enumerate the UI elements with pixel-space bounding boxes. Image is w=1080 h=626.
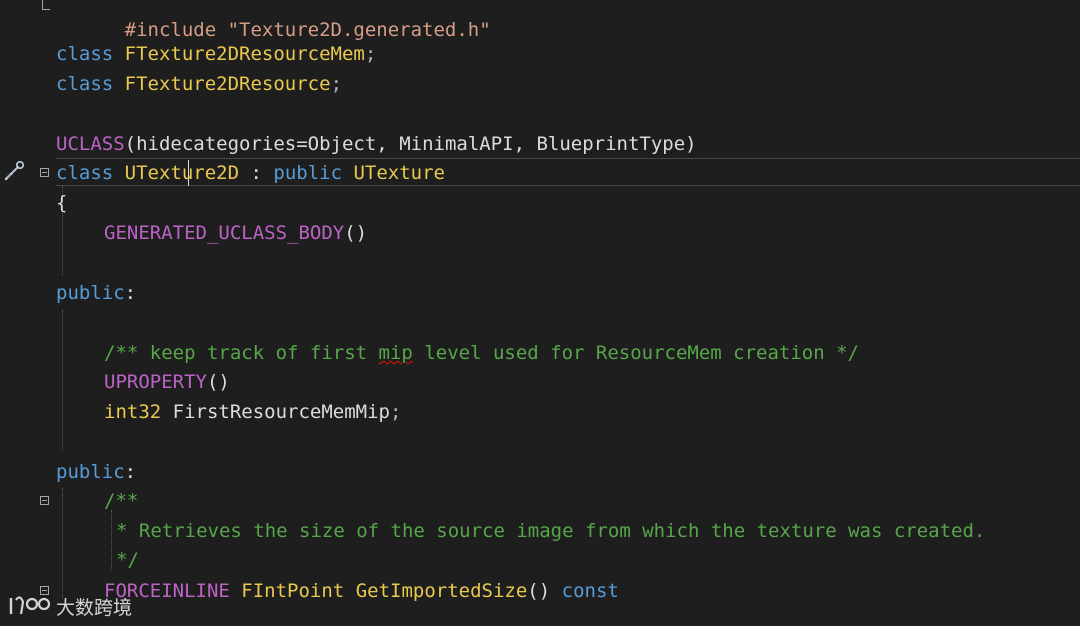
watermark-text: 大数跨境	[56, 596, 133, 619]
paintbrush-icon[interactable]	[2, 159, 26, 183]
punctuation: ()	[527, 580, 551, 602]
fold-bracket	[42, 0, 50, 10]
macro-name: GENERATED_UCLASS_BODY	[104, 222, 345, 244]
macro-name: UPROPERTY	[104, 371, 207, 393]
code-line: UPROPERTY()	[104, 367, 230, 397]
macro-name: UCLASS	[56, 133, 125, 155]
editor-gutter	[0, 0, 56, 626]
code-line: class FTexture2DResource;	[56, 69, 342, 99]
punctuation: :	[124, 282, 137, 304]
code-line: FORCEINLINE FIntPoint GetImportedSize() …	[104, 576, 619, 606]
punctuation: ;	[389, 401, 402, 423]
macro-args: hidecategories=Object, MinimalAPI, Bluep…	[136, 133, 686, 155]
brace: {	[56, 192, 68, 214]
code-line: #include "Texture2D.generated.h"	[56, 0, 491, 41]
code-line: public:	[56, 278, 136, 308]
code-line: public:	[56, 457, 136, 487]
punctuation: (	[124, 133, 137, 155]
code-line: /** keep track of first mip level used f…	[104, 338, 859, 368]
spelling-error[interactable]: mip	[379, 342, 413, 364]
code-line: * Retrieves the size of the source image…	[116, 516, 985, 546]
class-name: UTexture	[353, 162, 445, 184]
class-name: FTexture2DResource	[124, 73, 331, 95]
punctuation: ()	[206, 371, 230, 393]
keyword: public	[56, 282, 125, 304]
comment: /**	[104, 490, 139, 512]
code-line-current[interactable]: class UTexture2D : public UTexture	[56, 158, 445, 188]
code-line: /**	[104, 486, 138, 516]
fold-toggle-class[interactable]	[40, 168, 49, 177]
keyword: public	[56, 461, 125, 483]
code-line: GENERATED_UCLASS_BODY()	[104, 218, 367, 248]
comment: /** keep track of first	[104, 342, 379, 364]
fold-toggle-comment[interactable]	[40, 496, 49, 505]
comment: */	[116, 549, 139, 571]
member-name: FirstResourceMemMip	[161, 401, 390, 423]
code-line: class FTexture2DResourceMem;	[56, 39, 376, 69]
punctuation: :	[124, 461, 137, 483]
code-area[interactable]: #include "Texture2D.generated.h" class F…	[56, 0, 1080, 626]
punctuation: ()	[344, 222, 368, 244]
watermark: 大数跨境	[8, 590, 132, 622]
code-line: {	[56, 188, 67, 218]
punctuation: ;	[364, 43, 377, 65]
keyword: class	[56, 162, 114, 184]
comment: level used for ResourceMem creation */	[412, 342, 859, 364]
keyword: public	[273, 162, 343, 184]
include-text: #include "Texture2D.generated.h"	[124, 19, 491, 41]
punctuation: ;	[330, 73, 343, 95]
code-editor[interactable]: #include "Texture2D.generated.h" class F…	[0, 0, 1080, 626]
function-name: GetImportedSize	[355, 580, 528, 602]
code-line: int32 FirstResourceMemMip;	[104, 397, 401, 427]
keyword: class	[56, 43, 114, 65]
class-name: UTexture2D	[124, 162, 240, 184]
logo-icon	[8, 592, 52, 620]
keyword: const	[561, 580, 619, 602]
text-cursor	[188, 160, 189, 186]
code-line: */	[116, 545, 139, 575]
punctuation: )	[685, 133, 697, 155]
type-name: FIntPoint	[241, 580, 345, 602]
comment: * Retrieves the size of the source image…	[116, 520, 986, 542]
keyword: class	[56, 73, 114, 95]
class-name: FTexture2DResourceMem	[124, 43, 365, 65]
type-name: int32	[104, 401, 162, 423]
code-line: UCLASS(hidecategories=Object, MinimalAPI…	[56, 129, 697, 159]
punctuation: :	[239, 162, 274, 184]
